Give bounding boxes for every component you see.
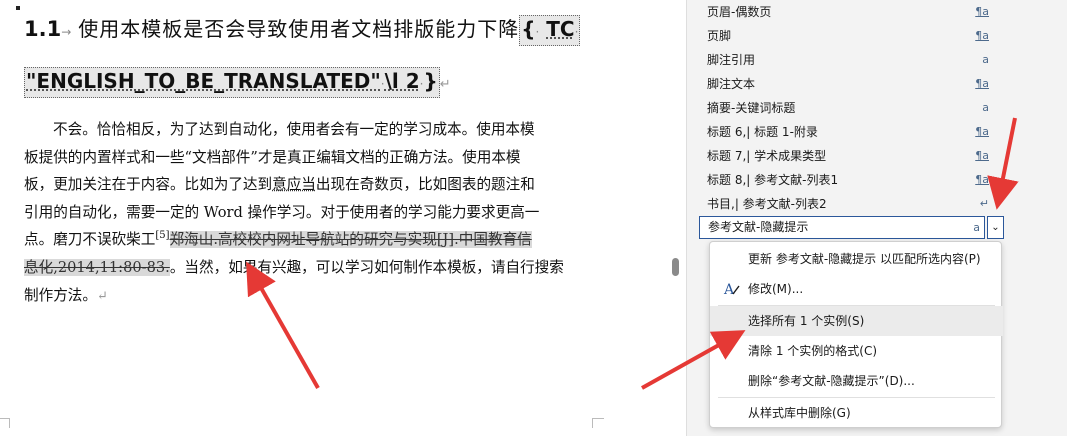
paragraph-style-icon: ¶a bbox=[975, 29, 989, 42]
document-page[interactable]: 1.1→ 使用本模板是否会导致使用者文档排版能力下降 {· TC· "ENGLIS… bbox=[0, 0, 670, 436]
style-item[interactable]: 书目,| 参考文献-列表2 ↵ bbox=[699, 192, 997, 216]
para-line: 引用的自动化，需要一定的 Word 操作学习。对于使用者的学习能力要求更高一 bbox=[24, 203, 540, 221]
para-line: 点。磨刀不误砍柴工[5]郑海山.高校校内网址导航站的研究与实现[J].中国教育信 bbox=[24, 230, 532, 249]
tc-field-code: TC bbox=[546, 17, 575, 41]
selected-style-item[interactable]: 参考文献-隐藏提示 a bbox=[699, 216, 985, 239]
menu-item-modify[interactable]: A 修改(M)... bbox=[710, 274, 1003, 304]
style-item[interactable]: 页眉-偶数页 ¶a bbox=[699, 0, 997, 24]
chevron-down-icon[interactable]: ⌄ bbox=[987, 216, 1004, 239]
character-style-icon: a bbox=[982, 53, 989, 66]
para-line: 制作方法。↵ bbox=[24, 286, 108, 304]
heading-title: 使用本模板是否会导致使用者文档排版能力下降 bbox=[78, 17, 520, 41]
underlined-text: 意应当 bbox=[272, 176, 316, 194]
tab-mark: → bbox=[61, 25, 72, 39]
styles-list: 页眉-偶数页 ¶a 页脚 ¶a 脚注引用 a 脚注文本 ¶a 摘要-关键词标题 a 标题 … bbox=[699, 0, 997, 216]
para-line: 息化,2014,11:80-83.。当然，如果有兴趣，可以学习如何制作本模板，请… bbox=[24, 258, 564, 276]
vertical-scrollbar-thumb[interactable] bbox=[672, 258, 679, 276]
body-paragraph[interactable]: 不会。恰恰相反，为了达到自动化，使用者会有一定的学习成本。使用本模 板提供的内置… bbox=[24, 116, 580, 309]
styles-pane: 页眉-偶数页 ¶a 页脚 ¶a 脚注引用 a 脚注文本 ¶a 摘要-关键词标题 a 标题 … bbox=[686, 0, 1067, 436]
paragraph-style-icon: ¶a bbox=[975, 149, 989, 162]
character-style-icon: a bbox=[982, 101, 989, 114]
tc-field-end: } bbox=[423, 69, 438, 93]
tc-field-start[interactable]: {· TC· bbox=[519, 15, 581, 46]
page-margin-corner bbox=[0, 418, 10, 428]
character-style-icon: a bbox=[973, 221, 980, 234]
menu-item-delete-style[interactable]: 删除“参考文献-隐藏提示”(D)... bbox=[710, 366, 1003, 396]
style-item[interactable]: 脚注引用 a bbox=[699, 48, 997, 72]
hidden-reference-text[interactable]: 郑海山.高校校内网址导航站的研究与实现[J].中国教育信 bbox=[169, 231, 532, 249]
paragraph-mark: ↵ bbox=[96, 288, 108, 304]
section-heading-line1[interactable]: 1.1→ 使用本模板是否会导致使用者文档排版能力下降 {· TC· bbox=[24, 14, 581, 47]
paragraph-mark: ↵ bbox=[439, 77, 451, 92]
paragraph-style-icon: ¶a bbox=[975, 173, 989, 186]
para-line: 不会。恰恰相反，为了达到自动化，使用者会有一定的学习成本。使用本模 bbox=[53, 121, 535, 138]
svg-text:A: A bbox=[723, 282, 735, 298]
tc-field-arg[interactable]: "ENGLISH_TO_BE_TRANSLATED"·\l 2·} bbox=[24, 67, 440, 98]
linked-style-icon: ↵ bbox=[979, 197, 989, 210]
style-item[interactable]: 摘要-关键词标题 a bbox=[699, 96, 997, 120]
heading-number: 1.1 bbox=[24, 17, 62, 41]
section-heading-line2[interactable]: "ENGLISH_TO_BE_TRANSLATED"·\l 2·} ↵ bbox=[24, 66, 451, 100]
menu-item-select-all[interactable]: 选择所有 1 个实例(S) bbox=[710, 306, 1003, 336]
style-item[interactable]: 标题 6,| 标题 1-附录 ¶a bbox=[699, 120, 997, 144]
citation-superscript[interactable]: [5] bbox=[155, 231, 169, 242]
style-item[interactable]: 脚注文本 ¶a bbox=[699, 72, 997, 96]
para-line: 板，更加关注在于内容。比如为了达到意应当出现在奇数页，比如图表的题注和 bbox=[24, 176, 535, 194]
style-context-menu: 更新 参考文献-隐藏提示 以匹配所选内容(P) A 修改(M)... 选择所有 … bbox=[709, 241, 1003, 428]
page-corner-marker bbox=[16, 6, 20, 10]
style-item[interactable]: 标题 7,| 学术成果类型 ¶a bbox=[699, 144, 997, 168]
modify-style-icon: A bbox=[722, 274, 742, 308]
page-margin-corner bbox=[592, 418, 604, 428]
paragraph-style-icon: ¶a bbox=[975, 77, 989, 90]
menu-item-update[interactable]: 更新 参考文献-隐藏提示 以匹配所选内容(P) bbox=[710, 244, 1003, 274]
menu-item-clear-formatting[interactable]: 清除 1 个实例的格式(C) bbox=[710, 336, 1003, 366]
paragraph-style-icon: ¶a bbox=[975, 5, 989, 18]
menu-item-remove-from-gallery[interactable]: 从样式库中删除(G) bbox=[710, 398, 1003, 428]
para-line: 板提供的内置样式和一些“文档部件”才是真正编辑文档的正确方法。使用本模 bbox=[24, 148, 521, 166]
hidden-reference-text[interactable]: 息化,2014,11:80-83. bbox=[24, 258, 170, 276]
style-item[interactable]: 页脚 ¶a bbox=[699, 24, 997, 48]
paragraph-style-icon: ¶a bbox=[975, 125, 989, 138]
style-item[interactable]: 标题 8,| 参考文献-列表1 ¶a bbox=[699, 168, 997, 192]
